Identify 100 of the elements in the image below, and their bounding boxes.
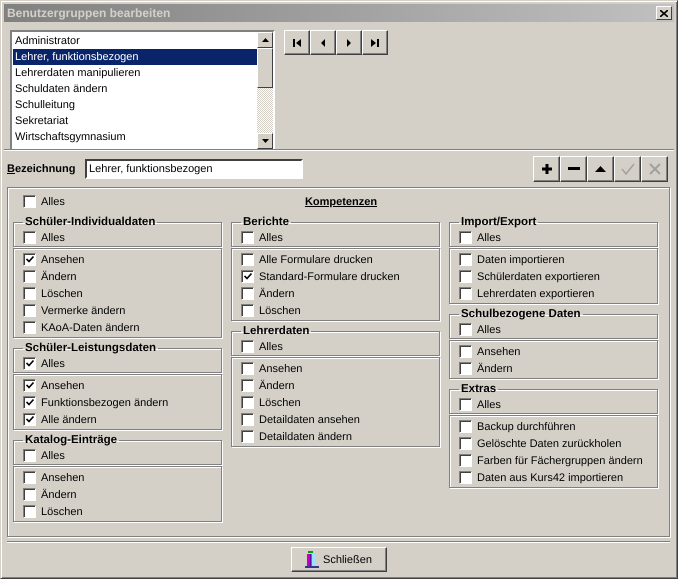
checkbox-label: Alles [41, 196, 65, 208]
checkbox[interactable] [23, 321, 36, 334]
scroll-down-button[interactable] [257, 133, 273, 149]
checkbox[interactable] [459, 270, 472, 283]
checkbox[interactable] [23, 413, 36, 426]
checkbox-label: Vermerke ändern [41, 304, 126, 316]
close-dialog-button[interactable]: Schließen [290, 547, 386, 572]
checkbox[interactable] [459, 471, 472, 484]
checkbox[interactable] [23, 505, 36, 518]
checkbox[interactable] [241, 413, 254, 426]
checkbox[interactable] [23, 195, 36, 208]
checkbox[interactable] [241, 231, 254, 244]
close-icon [660, 10, 668, 16]
group-title: Katalog-Einträge [24, 434, 118, 447]
checkbox[interactable] [23, 396, 36, 409]
checkbox[interactable] [241, 340, 254, 353]
checkbox[interactable] [241, 396, 254, 409]
window-title: Benutzergruppen bearbeiten [7, 6, 170, 20]
last-record-button[interactable] [362, 30, 388, 55]
next-button[interactable] [336, 30, 362, 55]
checkbox-label: Daten aus Kurs42 importieren [477, 472, 624, 484]
checkbox[interactable] [23, 253, 36, 266]
checkbox[interactable] [459, 362, 472, 375]
list-item[interactable]: Administrator [13, 33, 257, 49]
group-title: Lehrerdaten [242, 325, 310, 338]
checkbox-label: Löschen [259, 304, 301, 316]
checkbox-label: Schülerdaten exportieren [477, 270, 600, 282]
first-record-icon [293, 38, 301, 46]
add-button[interactable] [533, 156, 560, 182]
group-title: Schüler-Leistungsdaten [24, 342, 157, 355]
up-button[interactable] [587, 156, 614, 182]
checkbox[interactable] [459, 231, 472, 244]
checkbox-label: Ansehen [259, 362, 302, 374]
name-field[interactable]: Lehrer, funktionsbezogen [85, 158, 303, 178]
checkbox-label: Alles [477, 324, 501, 336]
checkbox[interactable] [459, 398, 472, 411]
last-record-icon [371, 38, 379, 46]
checkbox[interactable] [459, 454, 472, 467]
checkbox[interactable] [23, 357, 36, 370]
group-listbox[interactable]: Administrator Lehrer, funktionsbezogen Lehrerdaten manipulieren Schuldaten ändern Schulleitung Sekretariat Wirtschaftsgymnasium [10, 30, 275, 151]
checkbox-label: Ansehen [41, 472, 84, 484]
checkbox[interactable] [241, 430, 254, 443]
minus-icon [568, 166, 580, 170]
checkbox[interactable] [23, 488, 36, 501]
checkbox-label: Gelöschte Daten zurückholen [477, 438, 622, 450]
checkbox-label: Alle ändern [41, 414, 97, 426]
checkbox-label: Alles [259, 232, 283, 244]
list-item[interactable]: Lehrer, funktionsbezogen [13, 49, 257, 65]
checkbox[interactable] [459, 253, 472, 266]
checkbox[interactable] [459, 287, 472, 300]
up-arrow-icon [595, 166, 606, 172]
checkbox-label: Alles [41, 232, 65, 244]
checkbox-label: Alles [41, 358, 65, 370]
checkbox-label: Farben für Fächergruppen ändern [477, 454, 643, 466]
scrollbar-thumb[interactable] [257, 48, 273, 88]
checkbox-label: Daten importieren [477, 254, 564, 266]
close-button[interactable] [656, 6, 672, 20]
checkbox[interactable] [23, 304, 36, 317]
checkbox[interactable] [459, 420, 472, 433]
checkbox[interactable] [23, 270, 36, 283]
checkbox[interactable] [23, 471, 36, 484]
checkbox-label: Detaildaten ändern [259, 430, 352, 442]
checkbox[interactable] [459, 437, 472, 450]
list-item[interactable]: Schulleitung [13, 97, 257, 113]
checkbox[interactable] [241, 362, 254, 375]
list-item[interactable]: Schuldaten ändern [13, 81, 257, 97]
checkbox[interactable] [23, 231, 36, 244]
checkbox-label: Ansehen [41, 254, 84, 266]
checkbox[interactable] [241, 253, 254, 266]
checkbox-label: Ändern [41, 270, 76, 282]
remove-button[interactable] [560, 156, 587, 182]
list-item[interactable]: Sekretariat [13, 113, 257, 129]
checkbox-label: Löschen [259, 396, 301, 408]
checkbox-label: Alles [259, 340, 283, 352]
checkbox[interactable] [241, 304, 254, 317]
checkbox[interactable] [241, 379, 254, 392]
checkbox-label: KAoA-Daten ändern [41, 322, 140, 334]
list-item[interactable]: Lehrerdaten manipulieren [13, 65, 257, 81]
checkbox-label: Alles [477, 232, 501, 244]
group-title: Schulbezogene Daten [460, 308, 582, 321]
previous-button[interactable] [310, 30, 336, 55]
previous-icon [319, 38, 327, 46]
scroll-up-button[interactable] [257, 32, 273, 48]
checkbox-label: Backup durchführen [477, 420, 576, 432]
next-icon [345, 38, 353, 46]
checkbox-label: Löschen [41, 288, 83, 300]
checkbox[interactable] [23, 449, 36, 462]
checkbox[interactable] [23, 287, 36, 300]
cross-icon [648, 162, 660, 174]
list-item[interactable]: Wirtschaftsgymnasium [13, 129, 257, 145]
checkbox-label: Ansehen [41, 380, 84, 392]
checkbox[interactable] [459, 323, 472, 336]
checkbox[interactable] [241, 287, 254, 300]
name-label: Bezeichnung [7, 162, 76, 174]
first-record-button[interactable] [284, 30, 310, 55]
plus-icon [542, 164, 552, 174]
checkbox[interactable] [459, 345, 472, 358]
checkbox-label: Alle Formulare drucken [259, 254, 373, 266]
checkbox[interactable] [23, 379, 36, 392]
checkbox[interactable] [241, 270, 254, 283]
